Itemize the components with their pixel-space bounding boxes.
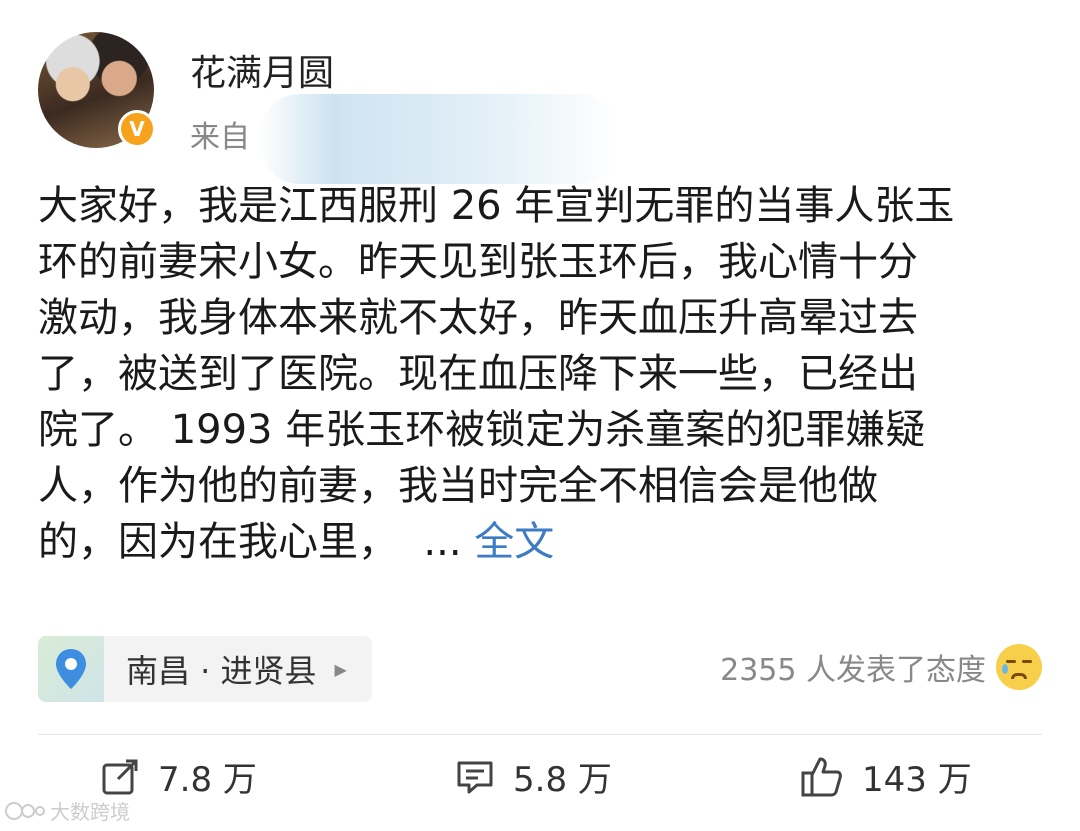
comment-count: 5.8 万 xyxy=(513,760,612,800)
post-body[interactable]: 大家好，我是江西服刑 26 年宣判无罪的当事人张玉 环的前妻宋小女。昨天见到张玉… xyxy=(38,178,1038,570)
repost-button[interactable]: 7.8 万 xyxy=(100,752,257,801)
watermark-logo-icon xyxy=(5,801,45,820)
location-label: 南昌 · 进贤县 xyxy=(126,652,317,690)
location-tag[interactable]: 南昌 · 进贤县 ▶ xyxy=(38,636,372,702)
post-header: V 花满月圆 来自 xyxy=(38,32,1038,184)
post-last-text: 的，因为在我心里， ... xyxy=(38,519,475,565)
watermark: 大数跨境 xyxy=(4,796,130,825)
post-line: 大家好，我是江西服刑 26 年宣判无罪的当事人张玉 xyxy=(38,183,955,229)
post-line: 激动，我身体本来就不太好，昨天血压升高晕过去 xyxy=(38,295,918,341)
like-button[interactable]: 143 万 xyxy=(800,752,972,801)
chevron-right-icon: ▶ xyxy=(334,659,347,679)
repost-count: 7.8 万 xyxy=(158,760,257,800)
post-line: 人，作为他的前妻，我当时完全不相信会是他做 xyxy=(38,463,878,509)
verified-badge-icon: V xyxy=(118,110,156,148)
divider xyxy=(38,734,1042,735)
location-pin-icon xyxy=(38,636,104,702)
post-line: 院了。 1993 年张玉环被锁定为杀童案的犯罪嫌疑 xyxy=(38,407,926,453)
comment-icon xyxy=(457,761,493,793)
redacted-blur xyxy=(260,94,620,184)
username[interactable]: 花满月圆 xyxy=(190,44,334,96)
reactions-text: 2355 人发表了态度 xyxy=(720,653,986,688)
post-source: 来自 xyxy=(190,120,250,155)
action-bar: 7.8 万 5.8 万 143 万 xyxy=(0,752,1080,812)
comment-button[interactable]: 5.8 万 xyxy=(455,752,612,801)
watermark-text: 大数跨境 xyxy=(50,800,130,824)
post-line-last: 的，因为在我心里， ... 全文 xyxy=(38,514,1038,570)
repost-icon xyxy=(102,759,138,794)
full-text-link[interactable]: 全文 xyxy=(474,519,554,565)
like-count: 143 万 xyxy=(862,760,972,800)
thumbs-up-icon xyxy=(801,757,842,796)
post-line: 环的前妻宋小女。昨天见到张玉环后，我心情十分 xyxy=(38,239,918,285)
reactions-summary[interactable]: 2355 人发表了态度 xyxy=(720,644,1042,690)
crying-face-icon xyxy=(996,644,1042,690)
post-line: 了，被送到了医院。现在血压降下来一些，已经出 xyxy=(38,351,918,397)
